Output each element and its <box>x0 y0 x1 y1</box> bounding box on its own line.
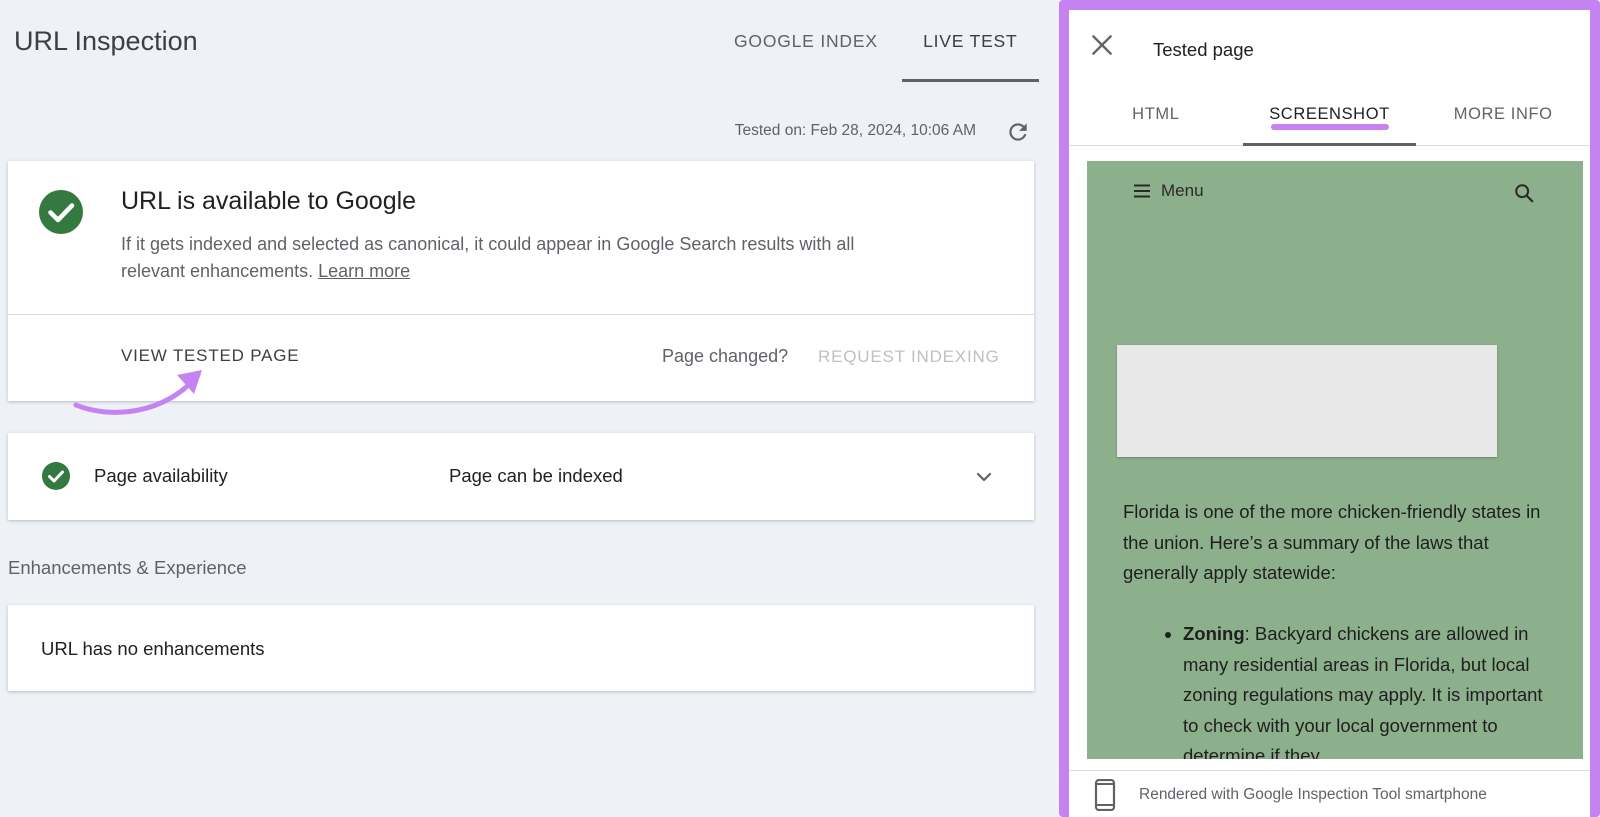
availability-label: Page availability <box>94 465 228 486</box>
screenshot-paragraph: Florida is one of the more chicken-frien… <box>1123 501 1541 583</box>
panel-footer: Rendered with Google Inspection Tool sma… <box>1069 770 1590 817</box>
smartphone-icon <box>1094 779 1116 811</box>
status-description: If it gets indexed and selected as canon… <box>121 231 881 285</box>
tested-on-timestamp: Tested on: Feb 28, 2024, 10:06 AM <box>734 122 976 139</box>
refresh-icon[interactable] <box>1005 119 1031 145</box>
view-tested-page-button[interactable]: VIEW TESTED PAGE <box>121 346 299 366</box>
menu-label: Menu <box>1161 181 1204 200</box>
chevron-down-icon[interactable] <box>974 467 994 487</box>
page-availability-row[interactable]: Page availability Page can be indexed <box>8 433 1034 520</box>
list-item: Zoning: Backyard chickens are allowed in… <box>1183 619 1553 759</box>
result-tabs: GOOGLE INDEX LIVE TEST <box>714 0 1039 82</box>
panel-title: Tested page <box>1153 39 1254 60</box>
status-description-text: If it gets indexed and selected as canon… <box>121 234 855 281</box>
status-title: URL is available to Google <box>121 187 417 215</box>
panel-tabs: HTML SCREENSHOT MORE INFO <box>1069 90 1590 146</box>
card-divider <box>8 314 1034 315</box>
search-icon <box>1515 184 1534 203</box>
highlight-underline <box>1270 124 1389 130</box>
tab-html[interactable]: HTML <box>1069 90 1243 145</box>
page-changed-label: Page changed? <box>662 346 789 366</box>
url-status-card: URL is available to Google If it gets in… <box>8 161 1034 401</box>
page-screenshot[interactable]: Menu Florida is one of the more chicken-… <box>1087 161 1583 759</box>
tab-google-index[interactable]: GOOGLE INDEX <box>714 0 898 82</box>
page-title: URL Inspection <box>14 26 198 56</box>
tab-screenshot-label: SCREENSHOT <box>1269 105 1390 123</box>
tested-page-panel: Tested page HTML SCREENSHOT MORE INFO Me… <box>1059 0 1600 817</box>
menu-button: Menu <box>1133 181 1204 201</box>
tab-more-info-label: MORE INFO <box>1453 105 1553 123</box>
close-icon[interactable] <box>1089 32 1115 58</box>
image-placeholder <box>1117 345 1497 457</box>
check-circle-icon <box>42 462 70 490</box>
tab-more-info[interactable]: MORE INFO <box>1416 90 1590 145</box>
tab-screenshot[interactable]: SCREENSHOT <box>1242 90 1417 146</box>
enhancements-heading: Enhancements & Experience <box>8 557 247 578</box>
availability-value: Page can be indexed <box>449 465 623 486</box>
enhancements-card: URL has no enhancements <box>8 605 1034 691</box>
rendered-with-text: Rendered with Google Inspection Tool sma… <box>1139 786 1487 803</box>
learn-more-link[interactable]: Learn more <box>318 261 410 281</box>
check-circle-icon <box>39 190 83 234</box>
hamburger-icon <box>1134 184 1150 198</box>
bullet-title: Zoning <box>1183 623 1245 644</box>
annotation-arrow-icon <box>73 370 202 415</box>
screenshot-list: Zoning: Backyard chickens are allowed in… <box>1183 619 1553 759</box>
no-enhancements-text: URL has no enhancements <box>41 638 265 659</box>
inspection-main: URL Inspection GOOGLE INDEX LIVE TEST Te… <box>0 0 1052 817</box>
tab-html-label: HTML <box>1132 105 1180 123</box>
tab-live-test[interactable]: LIVE TEST <box>901 0 1039 82</box>
request-indexing-button[interactable]: REQUEST INDEXING <box>818 347 1000 367</box>
